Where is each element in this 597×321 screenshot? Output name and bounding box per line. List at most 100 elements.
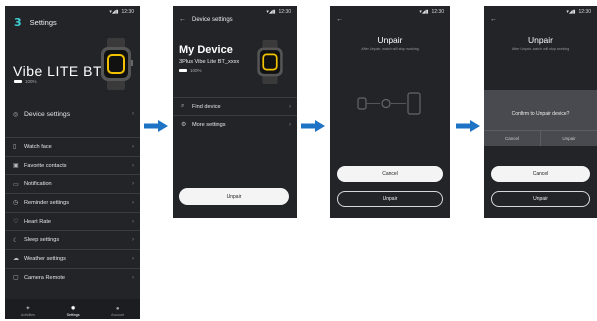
battery-icon: [179, 68, 187, 73]
bottom-nav: ✦ Activities ✹ Settings ● Account: [5, 299, 140, 319]
dialog-unpair-button[interactable]: Unpair: [540, 131, 597, 146]
menu-item-heart-rate[interactable]: ♡ Heart Rate ›: [5, 211, 140, 231]
device-menu: ⌕ Find device › ⚙ More settings ›: [173, 97, 297, 133]
signal-icon: ▾◢▮: [566, 9, 576, 15]
nav-settings[interactable]: ✹ Settings: [67, 305, 80, 317]
page-title: Device settings: [192, 16, 233, 23]
menu-item-label: Weather settings: [24, 255, 66, 262]
chevron-right-icon: ›: [289, 121, 291, 128]
unpair-button[interactable]: Unpair: [337, 191, 443, 207]
status-time: 12:30: [431, 9, 444, 15]
status-time: 12:30: [578, 9, 591, 15]
status-time: 12:30: [121, 9, 134, 15]
cancel-button[interactable]: Cancel: [337, 166, 443, 182]
unpair-warning: After Unpair, watch will stop working: [511, 47, 570, 51]
nav-label: Account: [111, 313, 125, 317]
watch-image: [101, 38, 133, 90]
back-arrow-icon[interactable]: ←: [490, 16, 497, 23]
menu-item-sleep-settings[interactable]: ☾ Sleep settings ›: [5, 230, 140, 249]
battery-level: 100%: [190, 68, 202, 73]
menu-item-find-device[interactable]: ⌕ Find device ›: [173, 97, 297, 115]
nav-account[interactable]: ● Account: [111, 306, 124, 317]
menu-item-label: Reminder settings: [24, 199, 70, 206]
cancel-button[interactable]: Cancel: [491, 166, 590, 182]
menu-item-label: Watch face: [24, 143, 52, 150]
nav-activities[interactable]: ✦ Activities: [21, 305, 35, 317]
gear-icon: ✹: [70, 306, 76, 312]
chevron-right-icon: ›: [132, 199, 134, 206]
my-device-title: My Device: [179, 44, 233, 56]
signal-icon: ▾◢▮: [419, 9, 429, 15]
confirm-dialog: Confirm to Unpair device? Cancel Unpair: [484, 90, 597, 146]
unpair-warning: After Unpair, watch will stop working: [361, 47, 419, 51]
menu-item-label: Heart Rate: [24, 218, 52, 225]
menu-item-label: Find device: [192, 103, 221, 110]
unpair-illustration-icon: [357, 92, 421, 115]
device-settings-icon: ◎: [13, 111, 19, 118]
contacts-icon: ▣: [13, 163, 19, 170]
menu-item-weather-settings[interactable]: ☁ Weather settings ›: [5, 249, 140, 268]
device-model: 3Plus Vibe Lite BT_xxxx: [179, 59, 240, 65]
dialog-cancel-button[interactable]: Cancel: [484, 131, 540, 146]
page-title: Settings: [29, 18, 57, 27]
chevron-right-icon: ›: [132, 255, 134, 262]
status-time: 12:30: [278, 9, 291, 15]
chevron-right-icon: ›: [132, 181, 134, 188]
page-title: Unpair: [377, 35, 403, 45]
watch-icon: ▯: [13, 144, 17, 151]
menu-item-watch-face[interactable]: ▯ Watch face ›: [5, 137, 140, 156]
unpair-screen: ▾◢▮ 12:30 ← Unpair After Unpair, watch w…: [330, 6, 450, 218]
battery-indicator: 100%: [179, 68, 202, 73]
menu-item-favorite-contacts[interactable]: ▣ Favorite contacts ›: [5, 155, 140, 175]
dialog-message: Confirm to Unpair device?: [511, 111, 570, 117]
watch-image: [257, 40, 283, 84]
search-icon: ⌕: [181, 103, 185, 109]
run-icon: ✦: [25, 306, 31, 312]
arrow-right-icon: [144, 120, 168, 132]
back-arrow-icon[interactable]: ←: [179, 16, 186, 23]
arrow-right-icon: [301, 120, 325, 132]
gear-icon: ⚙: [181, 122, 187, 128]
chevron-right-icon: ›: [132, 162, 134, 169]
menu-item-reminder-settings[interactable]: ◷ Reminder settings ›: [5, 193, 140, 212]
unpair-button[interactable]: Unpair: [491, 191, 590, 207]
settings-menu: ▯ Watch face › ▣ Favorite contacts › ▭ Notifi…: [5, 137, 140, 287]
chevron-right-icon: ›: [132, 143, 134, 150]
chevron-right-icon: ›: [132, 218, 134, 225]
weather-icon: ☁: [13, 256, 19, 263]
chevron-right-icon: ›: [289, 103, 291, 110]
signal-icon: ▾◢▮: [266, 9, 276, 15]
menu-item-label: Camera Remote: [24, 274, 66, 281]
chevron-right-icon: ›: [132, 237, 134, 244]
battery-icon: [14, 79, 22, 84]
nav-label: Settings: [66, 313, 80, 317]
menu-item-more-settings[interactable]: ⚙ More settings ›: [173, 115, 297, 133]
page-title: Unpair: [527, 35, 554, 45]
arrow-right-icon: [456, 120, 480, 132]
signal-icon: ▾◢▮: [109, 9, 119, 15]
menu-item-label: Sleep settings: [24, 237, 60, 244]
menu-item-label: Notification: [24, 181, 52, 188]
menu-item-notification[interactable]: ▭ Notification ›: [5, 174, 140, 193]
menu-item-camera-remote[interactable]: ▢ Camera Remote ›: [5, 267, 140, 287]
app-logo: 3: [14, 16, 22, 29]
camera-icon: ▢: [13, 275, 19, 282]
status-bar: ▾◢▮ 12:30: [566, 9, 591, 15]
device-settings-item[interactable]: ◎ Device settings ›: [5, 104, 140, 124]
status-bar: ▾◢▮ 12:30: [419, 9, 444, 15]
back-arrow-icon[interactable]: ←: [336, 16, 343, 23]
battery-level: 100%: [25, 79, 37, 84]
settings-screen: ▾◢▮ 12:30 3 Settings Vibe LITE BT 100% ◎…: [5, 6, 140, 319]
notification-icon: ▭: [13, 181, 19, 188]
battery-indicator: 100%: [14, 79, 37, 84]
reminder-icon: ◷: [13, 200, 19, 207]
device-settings-label: Device settings: [24, 110, 71, 118]
status-bar: ▾◢▮ 12:30: [266, 9, 291, 15]
sleep-icon: ☾: [13, 237, 19, 244]
status-bar: ▾◢▮ 12:30: [109, 9, 134, 15]
unpair-button[interactable]: Unpair: [179, 188, 289, 205]
flow-diagram: ▾◢▮ 12:30 3 Settings Vibe LITE BT 100% ◎…: [0, 0, 597, 321]
nav-label: Activities: [20, 313, 35, 317]
chevron-right-icon: ›: [132, 111, 134, 117]
device-name: Vibe LITE BT: [13, 63, 103, 79]
